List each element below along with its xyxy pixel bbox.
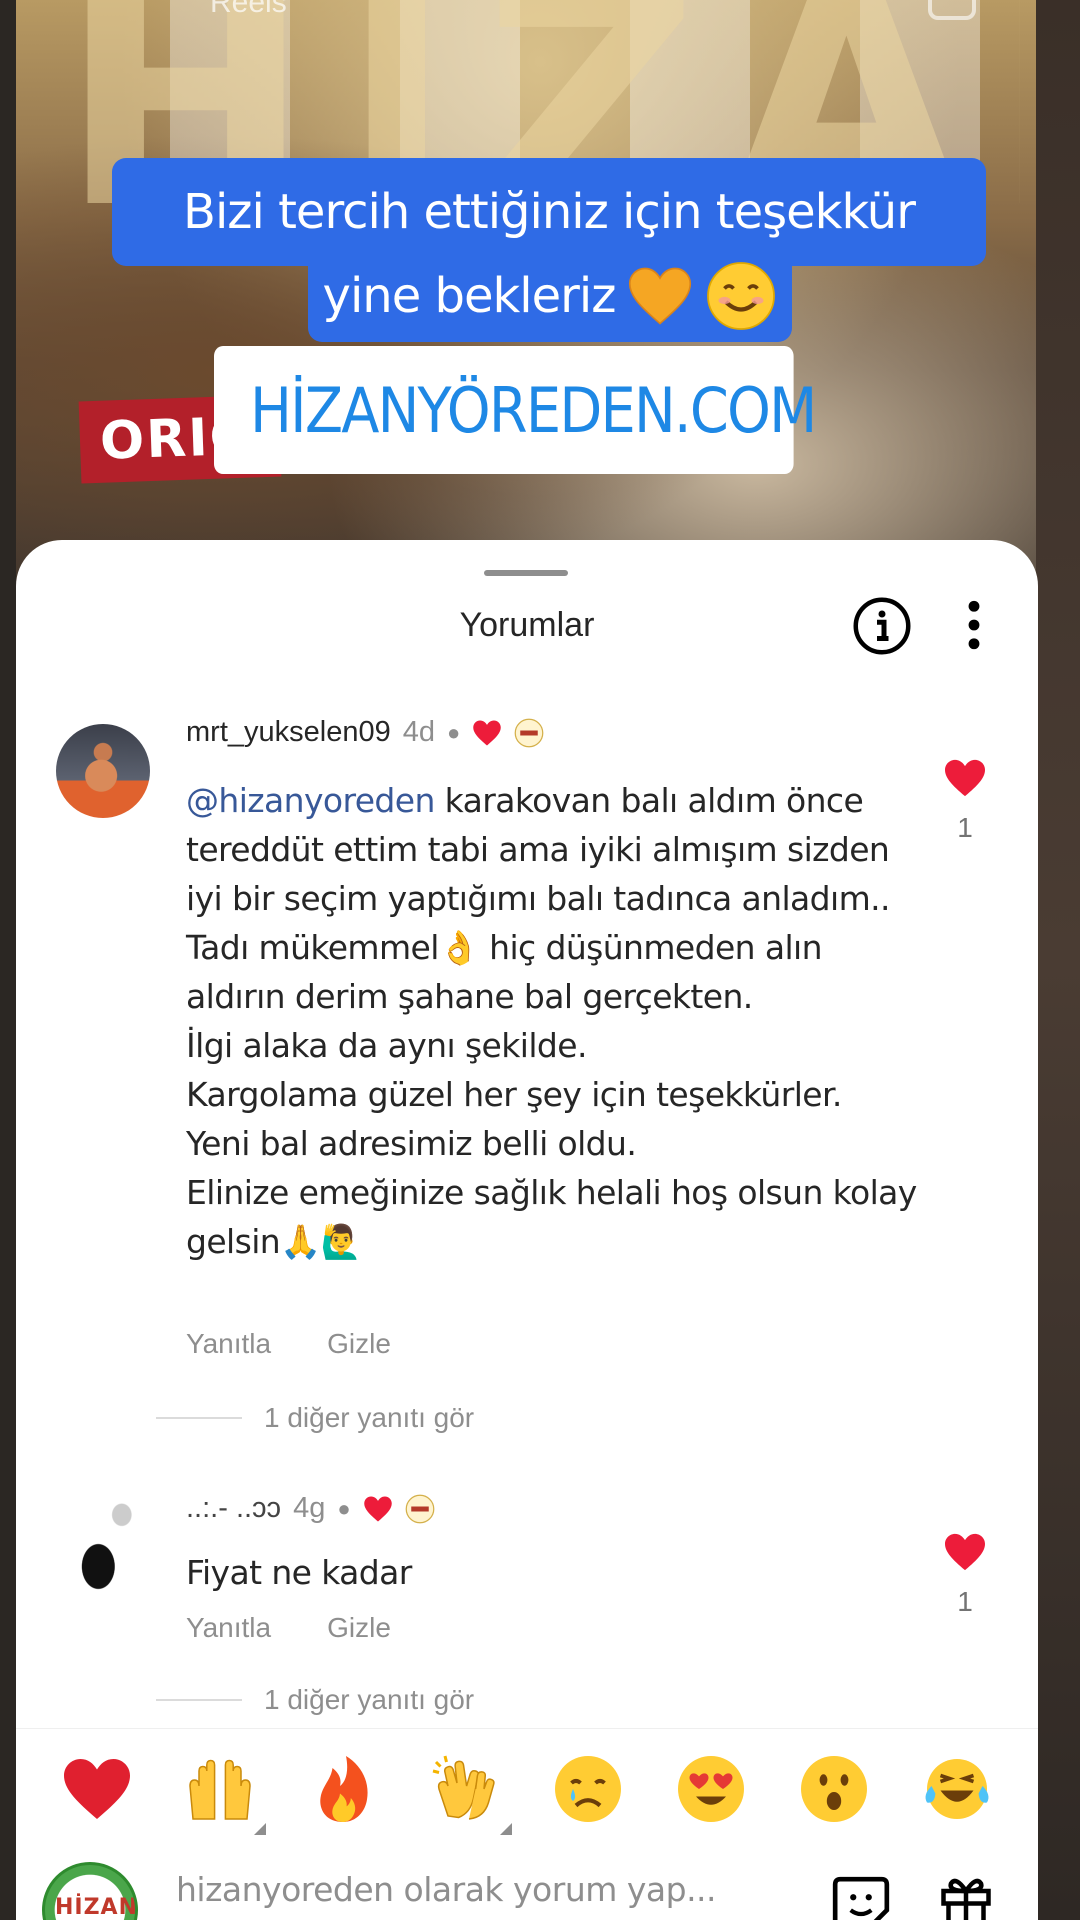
like-count: 1 [957, 1586, 973, 1617]
link-sticker[interactable]: HİZANYÖREDEN.COM [214, 346, 817, 474]
comment-actions: Yanıtla Gizle [186, 1612, 391, 1644]
more-options-icon[interactable] [966, 600, 982, 650]
comment-actions: Yanıtla Gizle [186, 1328, 391, 1360]
gift-icon[interactable] [936, 1870, 996, 1920]
comment-like[interactable]: 1 [942, 758, 988, 844]
view-more-replies-label: 1 diğer yanıtı gör [264, 1684, 475, 1715]
like-heart-icon[interactable] [943, 758, 987, 798]
creator-avatar-badge-icon [405, 1494, 434, 1523]
creator-avatar-badge-icon [514, 718, 544, 747]
creator-liked-heart-icon [363, 1496, 392, 1521]
comment-like[interactable]: 1 [942, 1532, 988, 1618]
comment-text: Fiyat ne kadar [186, 1553, 412, 1592]
left-edge [0, 0, 16, 1920]
view-more-replies-label: 1 diğer yanıtı gör [264, 1402, 475, 1433]
skin-tone-indicator [488, 1822, 512, 1835]
comment-meta: ..:.- ..ɔɔ 4g ● [186, 1492, 435, 1525]
info-icon[interactable] [852, 596, 912, 656]
separator-dot: ● [337, 1495, 351, 1521]
crying-face-emoji-button[interactable] [552, 1753, 624, 1825]
heart-eyes-emoji-button[interactable] [675, 1753, 747, 1825]
like-count: 1 [957, 812, 973, 843]
view-more-replies[interactable]: 1 diğer yanıtı gör [156, 1684, 474, 1716]
caption-line-2-text: yine bekleriz [322, 268, 617, 324]
caption-line-2: yine bekleriz [308, 250, 792, 342]
raising-hands-emoji-button[interactable] [184, 1753, 267, 1835]
comment-username[interactable]: ..:.- ..ɔɔ [186, 1492, 281, 1525]
avatar[interactable] [56, 1496, 150, 1590]
clapping-hands-emoji-button[interactable] [430, 1753, 512, 1835]
right-edge [1036, 0, 1080, 1920]
separator-dot: ● [446, 719, 461, 745]
reply-button[interactable]: Yanıtla [186, 1612, 271, 1644]
smiling-face-icon [705, 260, 777, 332]
camera-icon[interactable] [928, 0, 976, 20]
comment-time: 4d [402, 716, 435, 748]
creator-liked-heart-icon [473, 720, 502, 745]
avatar-brand-logo: HİZAN [55, 1895, 138, 1920]
surprised-face-emoji-button[interactable] [798, 1753, 870, 1825]
avatar[interactable] [56, 724, 150, 818]
reels-header-label: Reels [210, 0, 287, 19]
fire-emoji-button[interactable] [307, 1753, 379, 1825]
comment-text-body: karakovan balı aldım önce tereddüt ettim… [186, 781, 917, 1261]
comment-composer: HİZAN hizanyoreden olarak yorum yap... [16, 1848, 1038, 1920]
comment-text: @hizanyoreden karakovan balı aldım önce … [186, 776, 926, 1266]
sheet-drag-handle[interactable] [484, 570, 568, 576]
like-heart-icon[interactable] [943, 1532, 987, 1572]
comments-sheet: Yorumlar mrt_yukselen09 4d ● @hizanyored… [16, 540, 1038, 1920]
comment-time: 4g [293, 1492, 326, 1524]
comment-mention[interactable]: @hizanyoreden [186, 781, 435, 820]
red-heart-emoji-button[interactable] [61, 1753, 133, 1825]
skin-tone-indicator [242, 1822, 267, 1835]
hide-button[interactable]: Gizle [327, 1612, 391, 1644]
comment-username[interactable]: mrt_yukselen09 [186, 716, 391, 749]
tears-of-joy-emoji-button[interactable] [921, 1753, 993, 1825]
sticker-icon[interactable] [830, 1874, 892, 1920]
comment-input[interactable]: hizanyoreden olarak yorum yap... [176, 1870, 717, 1909]
orange-heart-icon [627, 265, 693, 327]
hide-button[interactable]: Gizle [327, 1328, 391, 1360]
comment-meta: mrt_yukselen09 4d ● [186, 716, 544, 749]
replies-divider [156, 1417, 242, 1419]
view-more-replies[interactable]: 1 diğer yanıtı gör [156, 1402, 474, 1434]
reply-button[interactable]: Yanıtla [186, 1328, 271, 1360]
link-sticker-text: HİZANYÖREDEN.COM [250, 373, 817, 447]
replies-divider [156, 1699, 242, 1701]
my-avatar[interactable]: HİZAN [42, 1862, 138, 1920]
emoji-reaction-bar [16, 1728, 1038, 1848]
